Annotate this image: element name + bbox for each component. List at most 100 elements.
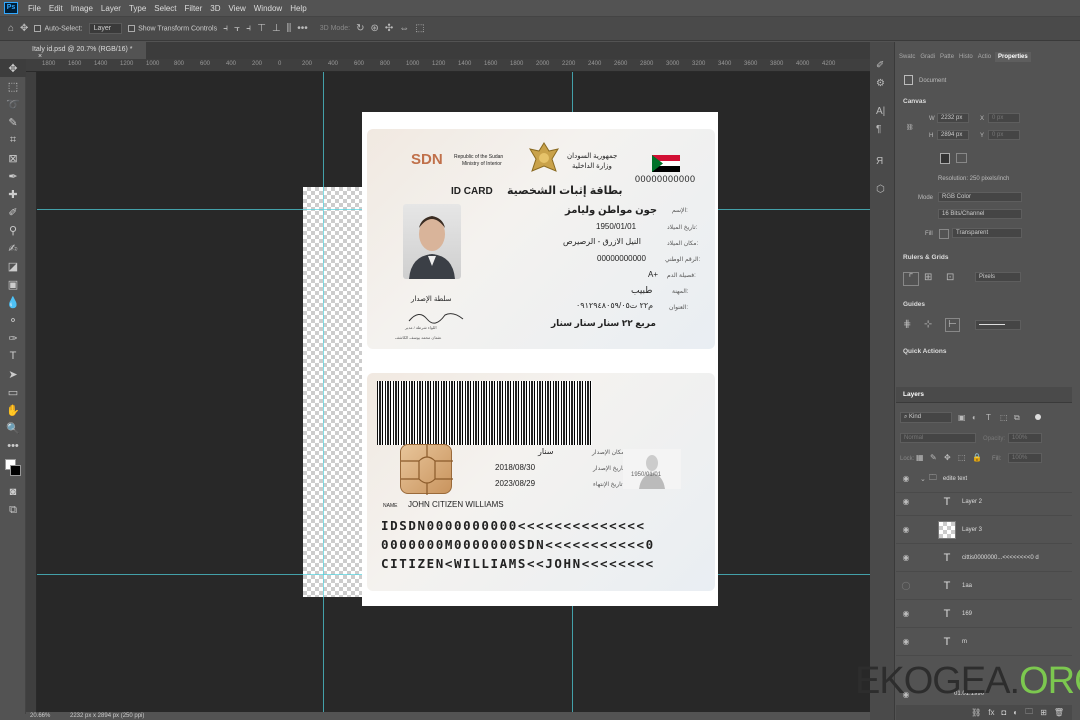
tab-swatches[interactable]: Swatc	[898, 54, 916, 60]
guides-toggle-icon[interactable]: ⊡	[946, 272, 954, 284]
align-right-icon[interactable]: ⫞	[246, 23, 251, 35]
path-selection-tool-icon[interactable]: ➤	[0, 365, 26, 383]
tab-patterns[interactable]: Patte	[939, 54, 955, 60]
menu-3d[interactable]: 3D	[206, 4, 224, 13]
new-layer-icon[interactable]: ⊞	[1040, 708, 1047, 717]
height-input[interactable]: 2894 px	[937, 130, 969, 140]
fill-swatch[interactable]	[939, 229, 949, 239]
lock-all-icon[interactable]: 🔒	[972, 452, 982, 464]
tab-history[interactable]: Histo	[958, 54, 974, 60]
filter-type-icon[interactable]: T	[986, 412, 991, 424]
zoom-level[interactable]: 20.66%	[30, 713, 50, 719]
pen-tool-icon[interactable]: ✑	[0, 329, 26, 347]
link-dimensions-icon[interactable]: ⛓	[906, 124, 914, 131]
align-middle-icon[interactable]: ⊥	[272, 23, 281, 35]
layer-row[interactable]: ◉ T Layer 2	[896, 488, 1072, 516]
menu-edit[interactable]: Edit	[45, 4, 67, 13]
lock-artboard-icon[interactable]: ⬚	[958, 452, 966, 464]
glyphs-icon[interactable]: Я	[876, 156, 883, 168]
menu-type[interactable]: Type	[125, 4, 150, 13]
layers-panel-title[interactable]: Layers	[903, 391, 924, 398]
guide-vertical[interactable]	[323, 72, 324, 712]
filter-shape-icon[interactable]: ⬚	[1000, 412, 1008, 424]
units-dropdown[interactable]: Pixels	[975, 272, 1021, 282]
auto-select-dropdown[interactable]: Layer	[88, 23, 123, 34]
eye-icon[interactable]: ◉	[896, 609, 916, 618]
x-input[interactable]: 0 px	[988, 113, 1020, 123]
roll-3d-icon[interactable]: ⊛	[370, 23, 378, 35]
landscape-orientation-icon[interactable]	[956, 153, 967, 163]
menu-layer[interactable]: Layer	[97, 4, 125, 13]
lock-position-icon[interactable]: ✥	[944, 452, 951, 464]
eye-icon[interactable]: ◉	[896, 525, 916, 534]
layer-fill-input[interactable]: 100%	[1008, 453, 1042, 463]
character-icon[interactable]: A|	[876, 106, 885, 118]
pan-3d-icon[interactable]: ✣	[385, 23, 393, 35]
crop-tool-icon[interactable]: ⌗	[0, 131, 26, 149]
opacity-input[interactable]: 100%	[1008, 433, 1042, 443]
layer-filter-dropdown[interactable]: ⌕ Kind	[900, 412, 952, 423]
grid-toggle-icon[interactable]: ⊞	[924, 272, 932, 284]
orbit-3d-icon[interactable]: ↻	[356, 23, 364, 35]
tab-properties[interactable]: Properties	[995, 52, 1031, 62]
quick-select-tool-icon[interactable]: ✎	[0, 113, 26, 131]
layer-row[interactable]: ◉ T cittis0000000...<<<<<<<<0 d	[896, 544, 1072, 572]
screen-mode-icon[interactable]: ⧉	[0, 501, 26, 519]
menu-select[interactable]: Select	[150, 4, 180, 13]
layer-row[interactable]: ◉ T 169	[896, 600, 1072, 628]
eye-icon[interactable]: ◯	[896, 581, 916, 590]
brush-presets-icon[interactable]: ⚙	[876, 78, 885, 90]
quick-mask-icon[interactable]: ◙	[0, 483, 26, 501]
brush-settings-icon[interactable]: ✐	[876, 60, 884, 72]
eye-icon[interactable]: ◉	[896, 474, 916, 483]
menu-window[interactable]: Window	[250, 4, 286, 13]
more-tools-icon[interactable]: •••	[0, 437, 26, 455]
bit-depth-dropdown[interactable]: 16 Bits/Channel	[938, 209, 1022, 219]
fill-dropdown[interactable]: Transparent	[952, 228, 1022, 238]
rectangle-tool-icon[interactable]: ▭	[0, 383, 26, 401]
filter-toggle-icon[interactable]	[1035, 414, 1041, 420]
lock-paint-icon[interactable]: ✎	[930, 452, 937, 464]
eyedropper-tool-icon[interactable]: ✒	[0, 167, 26, 185]
3d-panel-icon[interactable]: ⬡	[876, 184, 885, 196]
layer-row[interactable]: ◯ T 1aa	[896, 572, 1072, 600]
color-mode-dropdown[interactable]: RGB Color	[938, 192, 1022, 202]
menu-help[interactable]: Help	[286, 4, 310, 13]
layer-row[interactable]: ◉ Layer 3	[896, 516, 1072, 544]
lasso-tool-icon[interactable]: ➰	[0, 95, 26, 113]
eye-icon[interactable]: ◉	[896, 637, 916, 646]
filter-adjustment-icon[interactable]: ◐	[972, 412, 977, 424]
document-tab[interactable]: Italy id.psd @ 20.7% (RGB/16) * ×	[26, 42, 146, 60]
guides-section-title[interactable]: Guides	[903, 301, 925, 308]
color-swatches-icon[interactable]	[0, 455, 26, 483]
zoom-tool-icon[interactable]: 🔍	[0, 419, 26, 437]
guide-color-dropdown[interactable]	[975, 320, 1021, 330]
chevron-down-icon[interactable]: ⌄	[920, 475, 926, 483]
eraser-tool-icon[interactable]: ◪	[0, 257, 26, 275]
home-icon[interactable]: ⌂	[8, 23, 14, 35]
transform-controls-checkbox[interactable]: Show Transform Controls	[128, 24, 217, 32]
hand-tool-icon[interactable]: ✋	[0, 401, 26, 419]
dodge-tool-icon[interactable]: ⚬	[0, 311, 26, 329]
portrait-orientation-icon[interactable]	[940, 153, 950, 164]
gradient-tool-icon[interactable]: ▣	[0, 275, 26, 293]
move-tool-icon[interactable]: ✥	[0, 59, 26, 77]
move-tool-icon[interactable]: ✥	[20, 23, 28, 35]
menu-image[interactable]: Image	[67, 4, 97, 13]
tab-gradients[interactable]: Gradi	[919, 54, 936, 60]
new-group-icon[interactable]: 🗀	[1025, 706, 1033, 720]
auto-select-checkbox[interactable]: Auto-Select:	[34, 24, 83, 32]
align-top-icon[interactable]: ⊤	[257, 23, 266, 35]
eye-icon[interactable]: ◉	[896, 497, 916, 506]
menu-filter[interactable]: Filter	[181, 4, 207, 13]
history-brush-tool-icon[interactable]: ✍	[0, 239, 26, 257]
menu-file[interactable]: File	[24, 4, 45, 13]
frame-tool-icon[interactable]: ⊠	[0, 149, 26, 167]
layer-row[interactable]: ◉ T m	[896, 628, 1072, 656]
add-mask-icon[interactable]: ◘	[1001, 708, 1006, 717]
layer-style-icon[interactable]: fx	[988, 708, 994, 717]
adjustment-layer-icon[interactable]: ◐	[1013, 708, 1018, 717]
lock-guides-icon[interactable]: ⊢	[945, 318, 960, 332]
lock-pixels-icon[interactable]: ▦	[916, 452, 924, 464]
guide-layout-icon[interactable]: ⋕	[903, 319, 911, 331]
